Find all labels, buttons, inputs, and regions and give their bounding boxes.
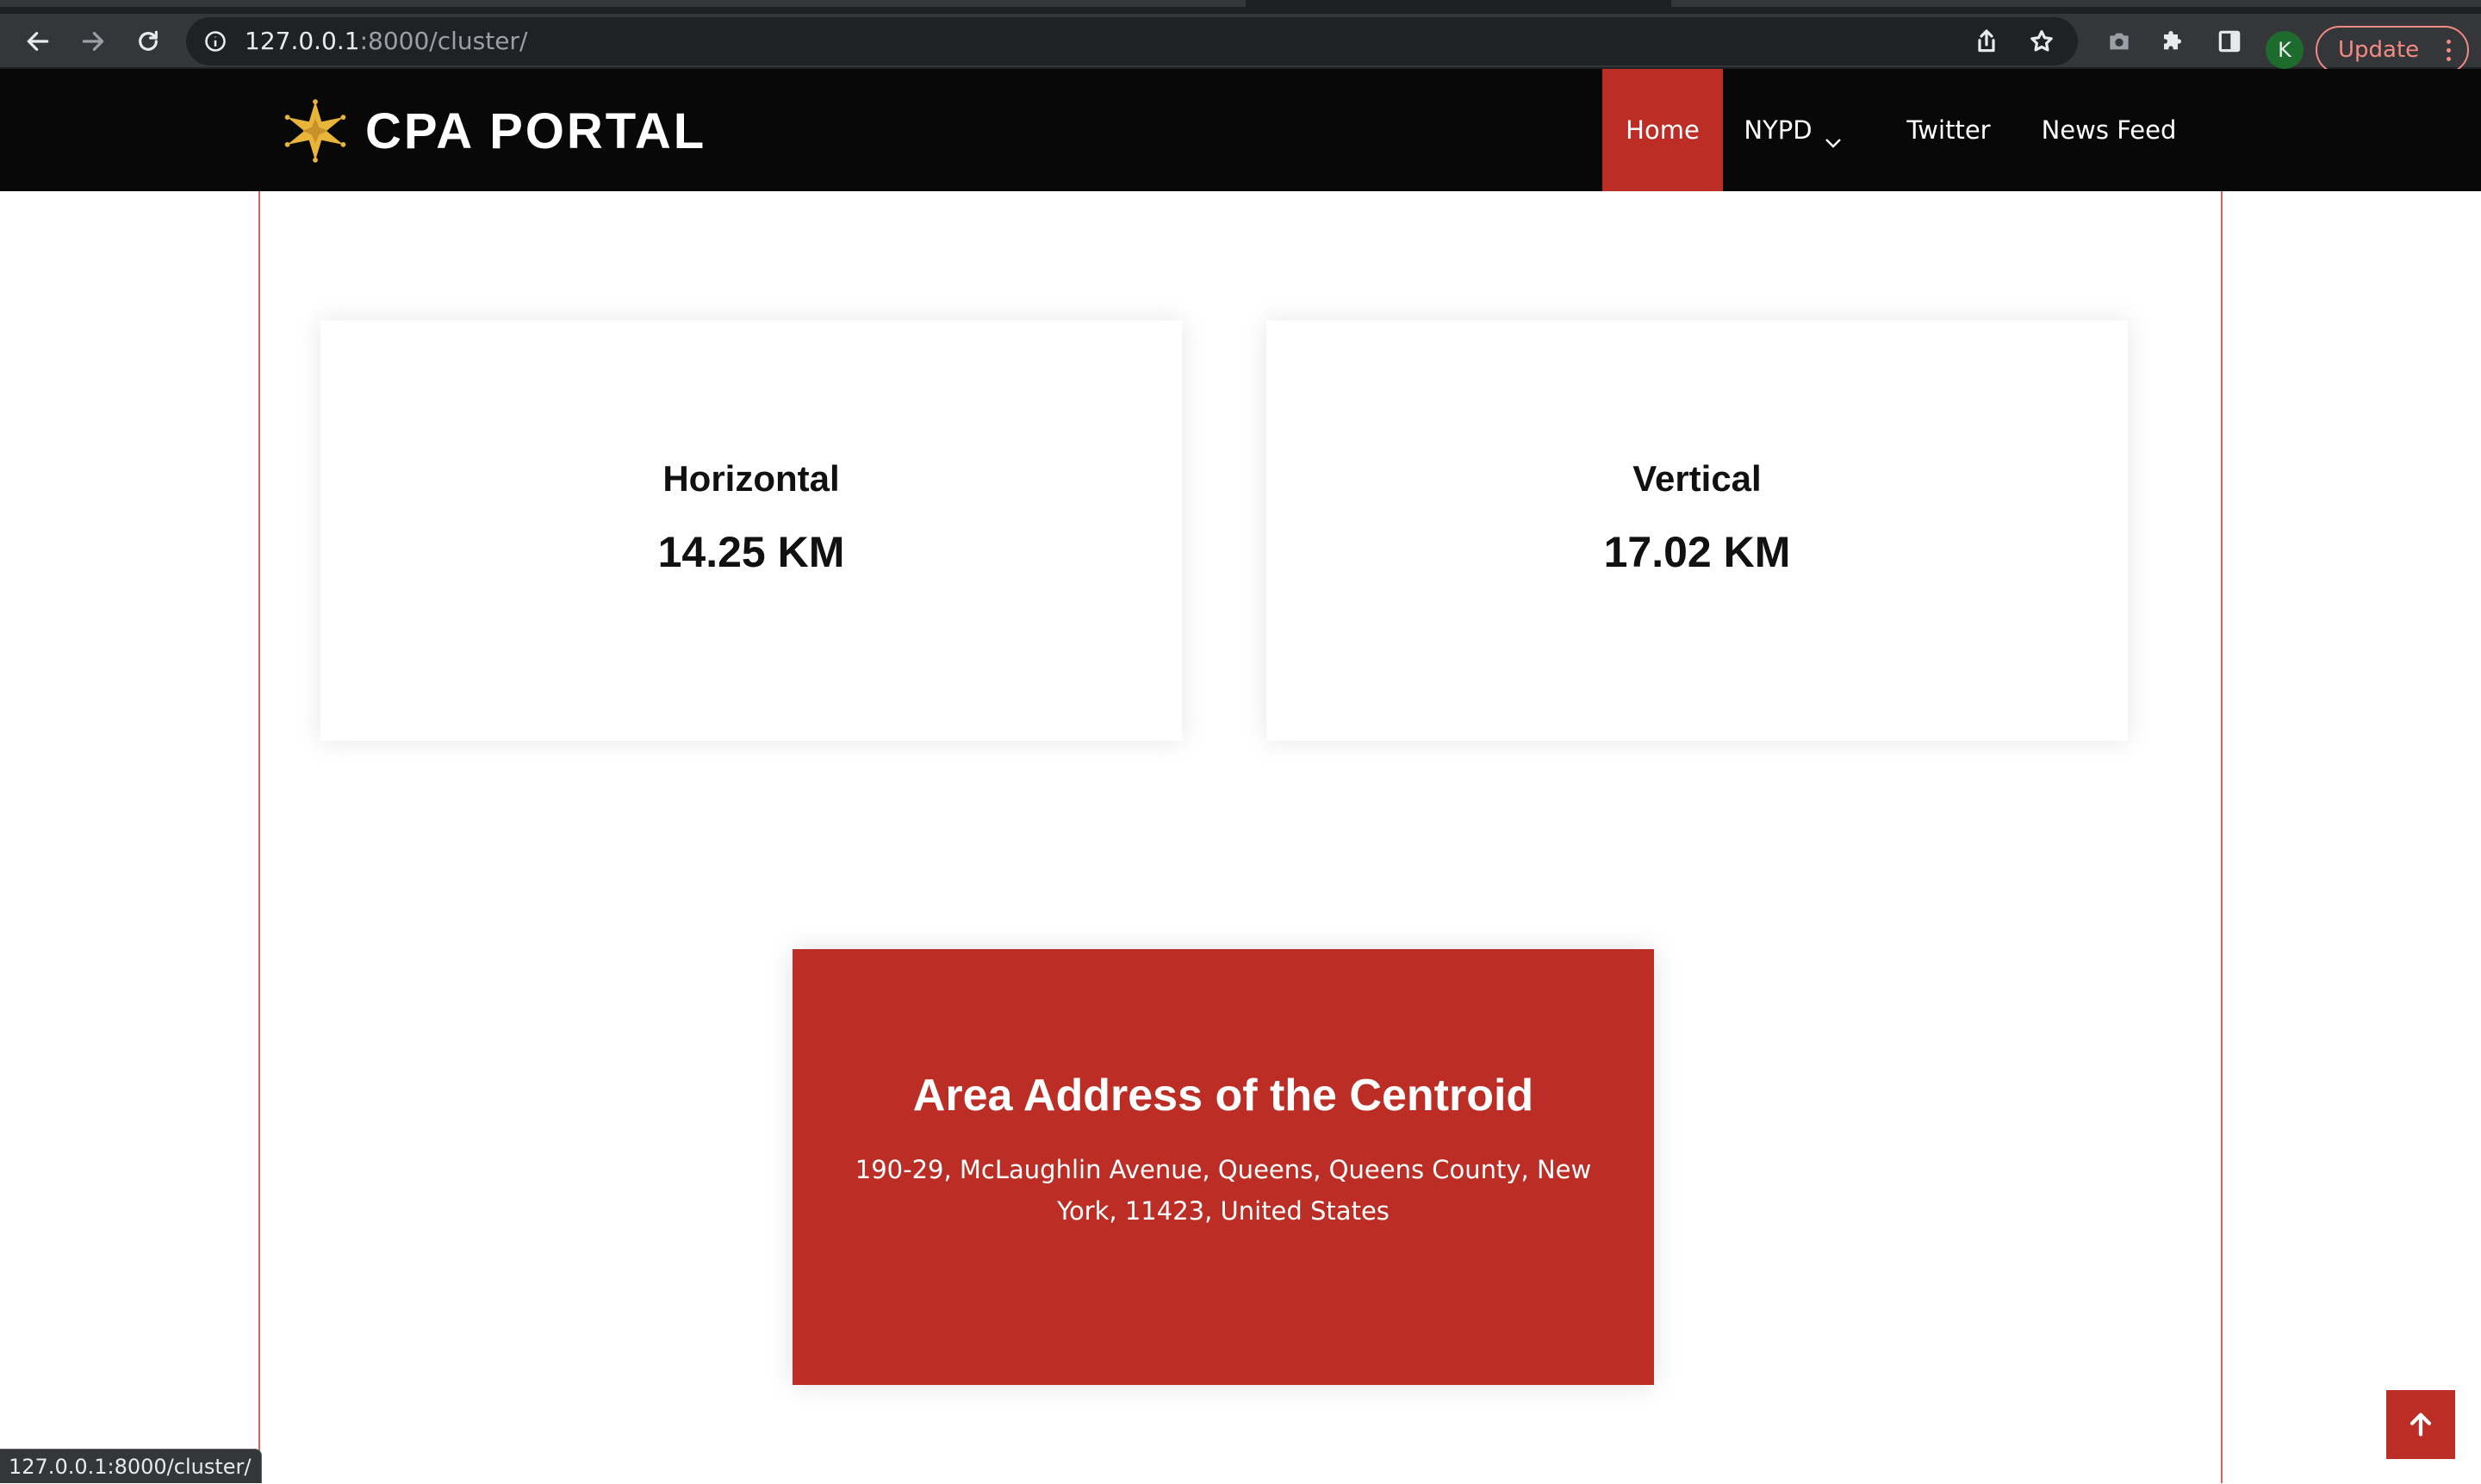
url-host: 127.0.0.1 [245, 27, 360, 55]
nav-news-feed-label: News Feed [2041, 115, 2177, 145]
content-border-right [2221, 191, 2223, 1483]
browser-toolbar: 127.0.0.1:8000/cluster/ K Update [0, 14, 2481, 74]
horizontal-label: Horizontal [662, 458, 840, 499]
profile-avatar[interactable]: K [2266, 31, 2304, 69]
nav-nypd-label: NYPD [1744, 115, 1813, 145]
centroid-address-title: Area Address of the Centroid [912, 1071, 1534, 1121]
back-icon[interactable] [19, 22, 57, 60]
vertical-value: 17.02 KM [1603, 528, 1791, 576]
nav-home[interactable]: Home [1602, 69, 1723, 191]
nav-nypd[interactable]: NYPD [1737, 69, 1849, 191]
tab-edge [0, 0, 1246, 7]
side-panel-icon[interactable] [2211, 22, 2248, 60]
kebab-menu-icon[interactable] [2447, 38, 2452, 62]
chevron-down-icon [1825, 125, 1842, 148]
horizontal-value: 14.25 KM [657, 528, 845, 576]
browser-status-url: 127.0.0.1:8000/cluster/ [0, 1449, 263, 1483]
site-header: CPA PORTAL Home NYPD Twitter News Feed [0, 69, 2481, 191]
back-to-top-button[interactable] [2386, 1390, 2455, 1459]
centroid-address-card: Area Address of the Centroid 190-29, McL… [793, 949, 1654, 1385]
tab-edge [1671, 0, 2481, 7]
vertical-distance-card: Vertical 17.02 KM [1266, 320, 2128, 741]
update-label: Update [2338, 37, 2420, 63]
nav-news-feed[interactable]: News Feed [2038, 69, 2179, 191]
share-icon[interactable] [1968, 22, 2005, 60]
centroid-address-text: 190-29, McLaughlin Avenue, Queens, Queen… [855, 1155, 1592, 1226]
sheriff-star-icon [284, 99, 346, 163]
extensions-puzzle-icon[interactable] [2155, 22, 2193, 60]
url-path: :8000/cluster/ [359, 27, 528, 55]
bookmark-star-icon[interactable] [2023, 22, 2061, 60]
reload-icon[interactable] [129, 22, 167, 60]
content-border-left [258, 191, 260, 1483]
forward-icon[interactable] [74, 22, 112, 60]
camera-icon[interactable] [2100, 22, 2138, 60]
update-button[interactable]: Update [2316, 26, 2469, 74]
brand-logo-link[interactable]: CPA PORTAL [284, 98, 706, 164]
vertical-label: Vertical [1632, 458, 1762, 499]
nav-twitter-label: Twitter [1906, 115, 1991, 145]
info-icon[interactable] [202, 28, 229, 55]
horizontal-distance-card: Horizontal 14.25 KM [320, 320, 1182, 741]
nav-home-label: Home [1626, 115, 1700, 145]
browser-tabstrip [0, 0, 2481, 14]
arrow-up-icon [2409, 1413, 2432, 1437]
nav-twitter[interactable]: Twitter [1895, 69, 2002, 191]
address-bar[interactable]: 127.0.0.1:8000/cluster/ [186, 17, 2078, 65]
url-text[interactable]: 127.0.0.1:8000/cluster/ [245, 28, 527, 54]
brand-name: CPA PORTAL [365, 102, 707, 159]
